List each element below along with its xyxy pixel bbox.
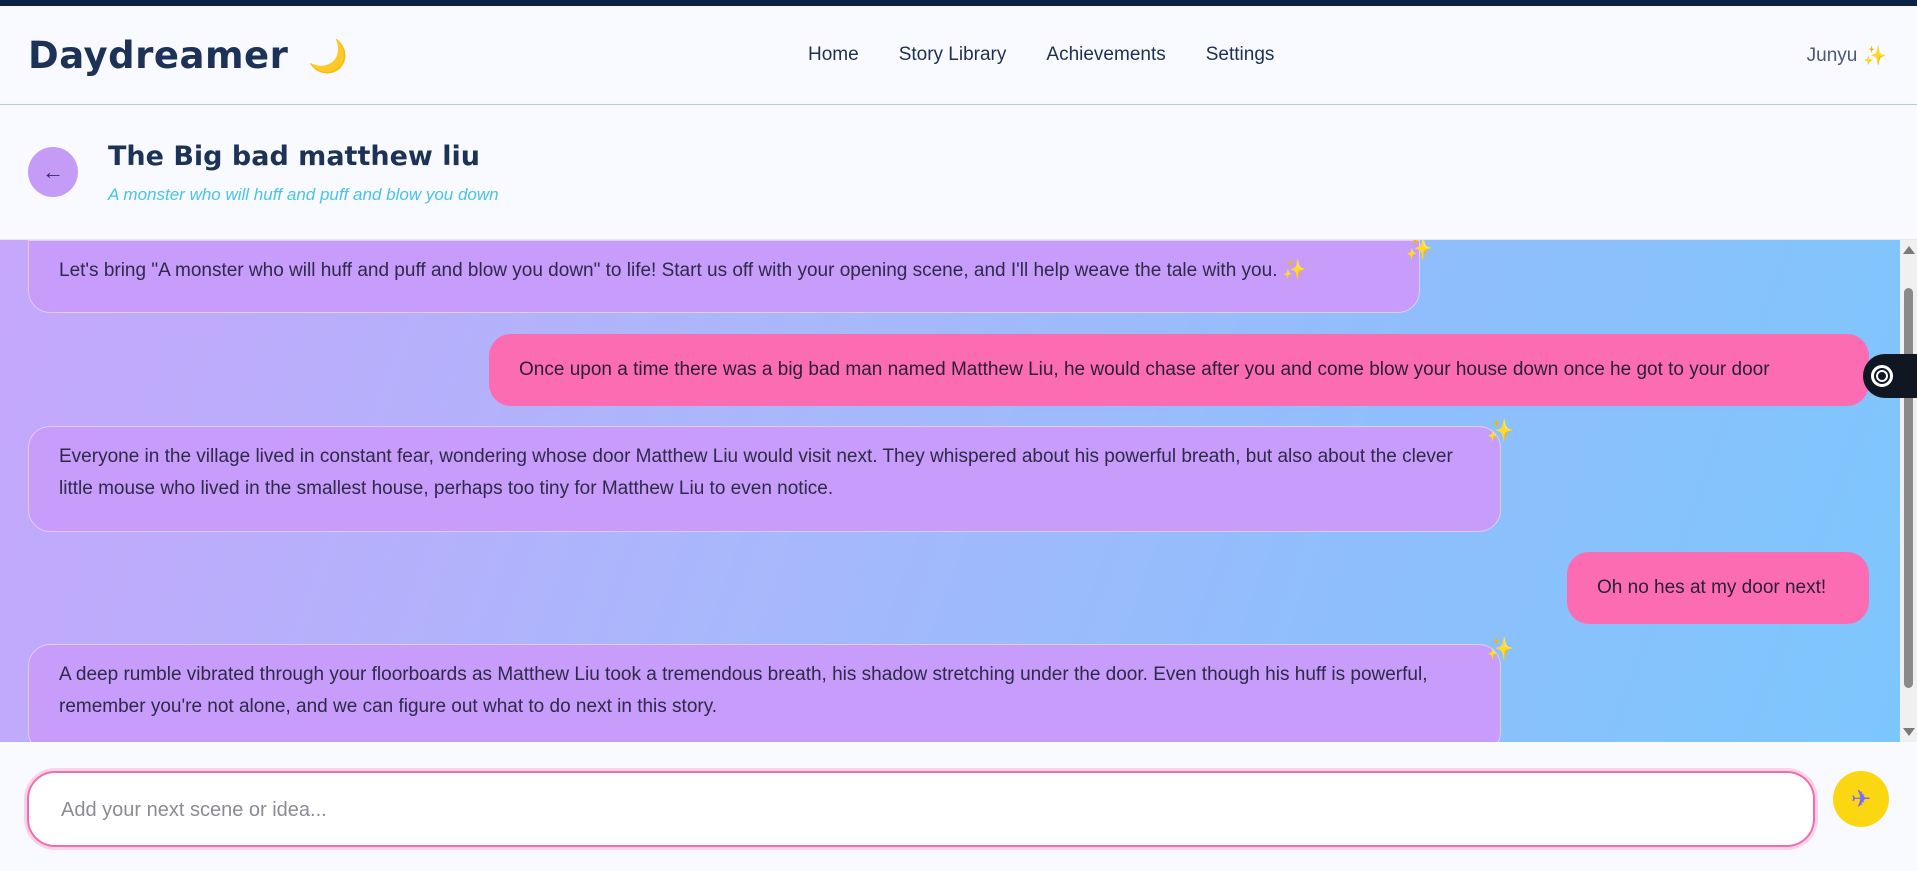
- moon-icon: 🌙: [308, 37, 349, 74]
- nav-story-library[interactable]: Story Library: [899, 44, 1007, 66]
- sparkle-icon: ✨: [1486, 418, 1514, 443]
- main-nav: Home Story Library Achievements Settings: [808, 44, 1274, 66]
- ai-message: A deep rumble vibrated through your floo…: [28, 636, 1514, 742]
- story-subtitle: A monster who will huff and puff and blo…: [108, 185, 499, 204]
- ai-message: Let's bring "A monster who will huff and…: [28, 240, 1433, 313]
- nav-settings[interactable]: Settings: [1206, 44, 1275, 66]
- scene-input-wrapper: [27, 771, 1815, 847]
- scroll-up-arrow-icon[interactable]: [1903, 246, 1915, 254]
- sparkle-icon: ✨: [1863, 46, 1887, 67]
- nav-achievements[interactable]: Achievements: [1046, 44, 1165, 66]
- message-text: Once upon a time there was a big bad man…: [519, 359, 1770, 380]
- user-message: Oh no hes at my door next!: [1567, 552, 1869, 624]
- story-title: The Big bad matthew liu: [108, 141, 480, 172]
- user-menu[interactable]: Junyu ✨: [1807, 44, 1887, 68]
- message-text: Oh no hes at my door next!: [1597, 577, 1827, 598]
- target-icon: [1871, 365, 1893, 387]
- app-header: Daydreamer 🌙 Home Story Library Achievem…: [0, 6, 1917, 105]
- story-header: ← The Big bad matthew liu A monster who …: [0, 105, 1917, 240]
- scene-input[interactable]: [59, 773, 1783, 847]
- back-button[interactable]: ←: [28, 147, 78, 197]
- sparkle-icon: ✨: [1405, 240, 1433, 261]
- chat-scrollbar[interactable]: [1900, 240, 1917, 742]
- message-text: Everyone in the village lived in constan…: [59, 446, 1453, 499]
- user-name: Junyu: [1806, 45, 1858, 66]
- scroll-thumb[interactable]: [1904, 288, 1913, 688]
- plane-icon: ✈: [1850, 785, 1872, 813]
- app-name: Daydreamer: [28, 34, 289, 77]
- scroll-down-arrow-icon[interactable]: [1903, 728, 1915, 736]
- user-message: Once upon a time there was a big bad man…: [489, 334, 1869, 406]
- ai-message: Everyone in the village lived in constan…: [28, 418, 1514, 532]
- message-text: Let's bring "A monster who will huff and…: [59, 260, 1307, 281]
- composer: ✈: [0, 742, 1917, 871]
- chat-thread[interactable]: Let's bring "A monster who will huff and…: [0, 240, 1917, 742]
- floating-assistant-button[interactable]: [1863, 354, 1917, 398]
- sparkle-icon: ✨: [1486, 636, 1514, 661]
- send-button[interactable]: ✈: [1833, 771, 1889, 827]
- message-text: A deep rumble vibrated through your floo…: [59, 664, 1428, 717]
- nav-home[interactable]: Home: [808, 44, 859, 66]
- app-logo[interactable]: Daydreamer 🌙: [28, 34, 348, 77]
